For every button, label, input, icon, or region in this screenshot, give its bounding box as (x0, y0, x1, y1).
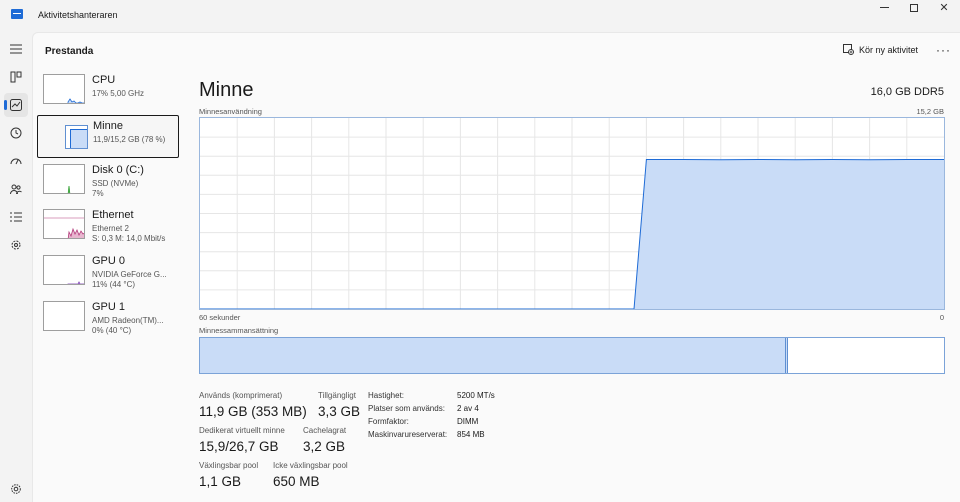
page-title: Prestanda (45, 46, 94, 57)
committed-value: 15,9/26,7 GB (199, 439, 279, 454)
hw-reserved-label: Maskinvarureserverat: (368, 430, 448, 439)
device-ethernet[interactable]: Ethernet Ethernet 2 S: 0,3 M: 14,0 Mbit/… (37, 205, 179, 248)
time-left-label: 60 sekunder (199, 313, 241, 322)
nav-rail (0, 32, 32, 502)
run-new-task-button[interactable]: Kör ny aktivitet (843, 44, 918, 55)
device-gpu1[interactable]: GPU 1 AMD Radeon(TM)... 0% (40 °C) (37, 297, 179, 340)
close-button[interactable]: ✕ (928, 0, 960, 16)
device-detail-2: 0% (40 °C) (92, 326, 132, 335)
ethernet-thumbnail (43, 209, 85, 239)
device-name: GPU 1 (92, 301, 126, 313)
maximize-button[interactable] (898, 0, 930, 16)
app-history-icon[interactable] (4, 121, 28, 145)
cpu-thumbnail (43, 74, 85, 104)
device-cpu[interactable]: CPU 17% 5,00 GHz (37, 70, 179, 113)
users-icon[interactable] (4, 177, 28, 201)
device-gpu0[interactable]: GPU 0 NVIDIA GeForce G... 11% (44 °C) (37, 251, 179, 294)
device-disk[interactable]: Disk 0 (C:) SSD (NVMe) 7% (37, 160, 179, 203)
device-detail-2: 7% (92, 189, 104, 198)
menu-icon[interactable] (4, 37, 28, 61)
details-icon[interactable] (4, 205, 28, 229)
device-detail: AMD Radeon(TM)... (92, 316, 164, 325)
in-use-label: Används (komprimerat) (199, 391, 283, 400)
device-name: Disk 0 (C:) (92, 164, 144, 176)
memory-spec: 16,0 GB DDR5 (870, 86, 944, 98)
device-detail: Ethernet 2 (92, 224, 129, 233)
device-name: GPU 0 (92, 255, 126, 267)
device-detail: 17% 5,00 GHz (92, 89, 145, 98)
nonpaged-pool-label: Icke växlingsbar pool (273, 461, 348, 470)
composition-modified (785, 338, 789, 373)
resource-title: Minne (199, 79, 254, 101)
title-bar: Aktivitetshanteraren ✕ (0, 0, 960, 32)
device-name: CPU (92, 74, 116, 86)
paged-pool-label: Växlingsbar pool (199, 461, 259, 470)
device-detail-2: 11% (44 °C) (92, 280, 136, 289)
minimize-button[interactable] (868, 0, 900, 16)
cached-value: 3,2 GB (303, 439, 346, 454)
cached-label: Cachelagrat (303, 426, 347, 435)
form-factor-value: DIMM (457, 417, 479, 426)
form-factor-label: Formfaktor: (368, 417, 409, 426)
nonpaged-pool-value: 650 MB (273, 474, 320, 489)
device-name: Ethernet (92, 209, 134, 221)
more-options-button[interactable]: ··· (936, 43, 951, 57)
usage-max: 15,2 GB (916, 107, 944, 116)
content-panel: Prestanda Kör ny aktivitet ··· CPU 17% 5… (32, 32, 960, 502)
task-manager-icon (11, 9, 23, 19)
available-label: Tillgängligt (318, 391, 356, 400)
device-detail: NVIDIA GeForce G... (92, 270, 167, 279)
minimize-icon (879, 6, 889, 8)
memory-thumbnail-fill (70, 129, 87, 148)
slots-value: 2 av 4 (457, 404, 479, 413)
settings-icon[interactable] (4, 477, 28, 501)
composition-in-use (200, 338, 786, 373)
services-icon[interactable] (4, 233, 28, 257)
time-right-label: 0 (939, 313, 944, 322)
gpu0-thumbnail (43, 255, 85, 285)
committed-label: Dedikerat virtuellt minne (199, 426, 285, 435)
performance-icon[interactable] (4, 93, 28, 117)
device-detail: SSD (NVMe) (92, 179, 139, 188)
usage-chart-svg (200, 118, 944, 310)
device-detail-2: S: 0,3 M: 14,0 Mbit/s (92, 234, 166, 243)
device-name: Minne (93, 120, 123, 132)
app-title: Aktivitetshanteraren (38, 10, 118, 20)
composition-label: Minnessammansättning (199, 326, 279, 335)
memory-thumbnail (65, 125, 88, 149)
processes-icon[interactable] (4, 65, 28, 89)
disk-thumbnail (43, 164, 85, 194)
gpu1-thumbnail (43, 301, 85, 331)
hw-reserved-value: 854 MB (457, 430, 485, 439)
device-memory[interactable]: Minne 11,9/15,2 GB (78 %) (37, 115, 179, 158)
memory-usage-chart (199, 117, 945, 310)
close-icon: ✕ (939, 2, 949, 14)
run-task-icon (843, 44, 854, 55)
available-value: 3,3 GB (318, 404, 361, 419)
device-detail: 11,9/15,2 GB (78 %) (93, 135, 166, 144)
speed-label: Hastighet: (368, 391, 405, 400)
run-new-task-label: Kör ny aktivitet (859, 44, 919, 55)
usage-label: Minnesanvändning (199, 107, 262, 116)
slots-label: Platser som används: (368, 404, 445, 413)
paged-pool-value: 1,1 GB (199, 474, 242, 489)
maximize-icon (910, 4, 918, 12)
memory-composition-bar (199, 337, 945, 374)
startup-apps-icon[interactable] (4, 149, 28, 173)
in-use-value: 11,9 GB (353 MB) (199, 404, 307, 419)
speed-value: 5200 MT/s (457, 391, 495, 400)
